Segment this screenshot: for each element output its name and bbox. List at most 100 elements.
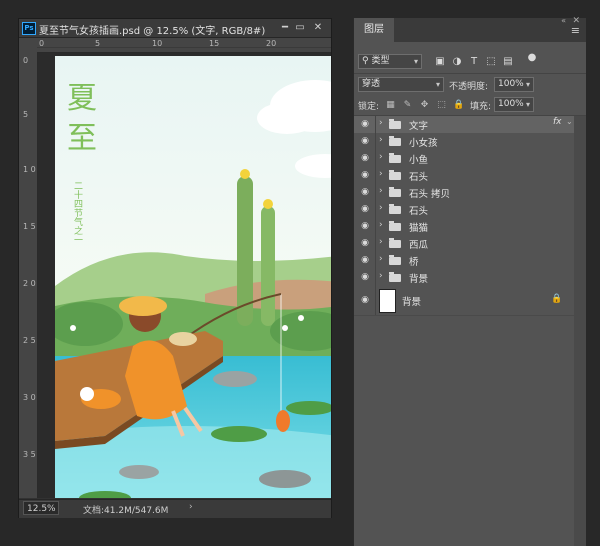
folder-icon	[389, 170, 401, 180]
layers-scrollbar[interactable]	[574, 116, 586, 546]
expand-chevron-icon[interactable]: ›	[379, 203, 383, 213]
layers-panel: 图层 « ✕ ≡ ⚲ 类型 ▾ ▣ ◑ T ⬚ ▤ ● 穿透 ▾ 不透明度: 1…	[353, 16, 586, 546]
layer-name: 西瓜	[409, 240, 429, 251]
folder-icon	[389, 153, 401, 163]
canvas-area[interactable]: 夏 至 二十四节气之一	[38, 53, 331, 498]
folder-icon	[389, 136, 401, 146]
expand-chevron-icon[interactable]: ›	[379, 220, 383, 230]
lock-label: 锁定:	[358, 102, 380, 112]
art-title-char: 至	[67, 121, 97, 156]
layer-row[interactable]: ◉ › 文字 fx ⌄	[354, 116, 574, 134]
status-bar: 12.5% 文档:41.2M/547.6M ›	[19, 499, 331, 518]
layer-name: 背景	[402, 297, 422, 308]
restore-icon[interactable]: ▭	[293, 21, 307, 34]
vertical-ruler[interactable]: 0 5 1 0 1 5 2 0 2 5 3 0 3 5	[19, 52, 38, 498]
lock-transparent-pixels-icon[interactable]: ▦	[385, 100, 396, 111]
layer-filter-value: 类型	[371, 56, 390, 66]
type-filter-icon[interactable]: T	[468, 56, 480, 68]
panel-menu-icon[interactable]: ≡	[571, 24, 580, 37]
ruler-corner[interactable]	[19, 38, 37, 52]
artwork-canvas[interactable]: 夏 至 二十四节气之一	[55, 56, 331, 498]
visibility-eye-icon[interactable]: ◉	[359, 187, 371, 197]
ruler-label: 5	[23, 110, 29, 119]
art-title-char: 夏	[67, 81, 97, 116]
collapse-panel-icon[interactable]: «	[561, 16, 566, 25]
horizontal-ruler[interactable]: 0 5 10 15 20	[37, 38, 331, 53]
opacity-field[interactable]: 100% ▾	[494, 77, 534, 92]
expand-chevron-icon[interactable]: ›	[379, 169, 383, 179]
folder-icon	[389, 221, 401, 231]
layer-row[interactable]: ◉ › 桥	[354, 252, 574, 270]
visibility-eye-icon[interactable]: ◉	[359, 136, 371, 146]
expand-chevron-icon[interactable]: ›	[379, 271, 383, 281]
fill-label: 填充:	[470, 102, 492, 112]
expand-chevron-icon[interactable]: ›	[379, 186, 383, 196]
flower	[298, 315, 304, 321]
flower	[282, 325, 288, 331]
stone	[259, 470, 311, 488]
visibility-eye-icon[interactable]: ◉	[359, 255, 371, 265]
folder-icon	[389, 119, 401, 129]
cactus-flower	[263, 199, 273, 209]
layer-name: 文字	[409, 121, 429, 132]
tab-layers[interactable]: 图层	[354, 18, 394, 42]
document-size-info: 文档:41.2M/547.6M	[83, 506, 169, 516]
layer-effects-icon[interactable]: fx	[553, 117, 562, 127]
document-window: Ps 夏至节气女孩插画.psd @ 12.5% (文字, RGB/8#) ━ ▭…	[18, 18, 332, 518]
visibility-eye-icon[interactable]: ◉	[359, 170, 371, 180]
fill-field[interactable]: 100% ▾	[494, 97, 534, 112]
visibility-eye-icon[interactable]: ◉	[359, 204, 371, 214]
girl-hat	[119, 296, 167, 316]
blend-mode-select[interactable]: 穿透 ▾	[358, 77, 444, 92]
layer-row[interactable]: ◉ › 小女孩	[354, 133, 574, 151]
image-filter-icon[interactable]: ▣	[434, 56, 446, 68]
ruler-label: 3 5	[23, 450, 36, 459]
expand-chevron-icon[interactable]: ›	[379, 237, 383, 247]
layer-row[interactable]: ◉ › 石头 拷贝	[354, 184, 574, 202]
visibility-eye-icon[interactable]: ◉	[359, 119, 371, 129]
ruler-label: 2 0	[23, 279, 36, 288]
art-subtitle: 二十四节气之一	[72, 181, 83, 244]
zoom-field[interactable]: 12.5%	[23, 501, 59, 515]
adjustment-filter-icon[interactable]: ◑	[451, 56, 463, 68]
lock-position-icon[interactable]: ✥	[419, 100, 430, 111]
visibility-eye-icon[interactable]: ◉	[359, 221, 371, 231]
smart-object-filter-icon[interactable]: ▤	[502, 56, 514, 68]
close-icon[interactable]: ✕	[311, 21, 325, 34]
layer-name: 石头 拷贝	[409, 189, 451, 200]
visibility-eye-icon[interactable]: ◉	[359, 238, 371, 248]
ruler-label: 2 5	[23, 336, 36, 345]
lock-image-pixels-icon[interactable]: ✎	[402, 100, 413, 111]
ruler-label: 1 0	[23, 165, 36, 174]
lily-pad	[211, 426, 267, 442]
layer-filter-dropdown[interactable]: ⚲ 类型 ▾	[358, 54, 422, 69]
layer-row[interactable]: ◉ › 石头	[354, 201, 574, 219]
ruler-label: 3 0	[23, 393, 36, 402]
layer-name: 小女孩	[409, 138, 438, 149]
layer-row[interactable]: ◉ › 小鱼	[354, 150, 574, 168]
cat-head	[80, 387, 94, 401]
visibility-eye-icon[interactable]: ◉	[359, 153, 371, 163]
document-tab[interactable]: Ps 夏至节气女孩插画.psd @ 12.5% (文字, RGB/8#) ━ ▭…	[19, 19, 331, 38]
layer-row[interactable]: ◉ › 石头	[354, 167, 574, 185]
status-menu-arrow-icon[interactable]: ›	[189, 502, 193, 512]
layer-row[interactable]: ◉ › 背景	[354, 269, 574, 287]
folder-icon	[389, 238, 401, 248]
filter-toggle-icon[interactable]: ●	[526, 52, 538, 64]
expand-chevron-icon[interactable]: ›	[379, 135, 383, 145]
layer-row-background[interactable]: ◉ 背景 🔒	[354, 286, 574, 316]
layer-row[interactable]: ◉ › 猫猫	[354, 218, 574, 236]
chevron-down-icon[interactable]: ⌄	[566, 117, 573, 126]
expand-chevron-icon[interactable]: ›	[379, 152, 383, 162]
visibility-eye-icon[interactable]: ◉	[359, 272, 371, 282]
shape-filter-icon[interactable]: ⬚	[485, 56, 497, 68]
minimize-icon[interactable]: ━	[278, 21, 292, 34]
chevron-down-icon: ▾	[525, 80, 530, 89]
lock-all-icon[interactable]: 🔒	[453, 100, 464, 111]
visibility-eye-icon[interactable]: ◉	[359, 295, 371, 305]
stone	[213, 371, 257, 387]
layer-row[interactable]: ◉ › 西瓜	[354, 235, 574, 253]
expand-chevron-icon[interactable]: ›	[379, 118, 383, 128]
expand-chevron-icon[interactable]: ›	[379, 254, 383, 264]
lock-artboard-icon[interactable]: ⬚	[436, 100, 447, 111]
